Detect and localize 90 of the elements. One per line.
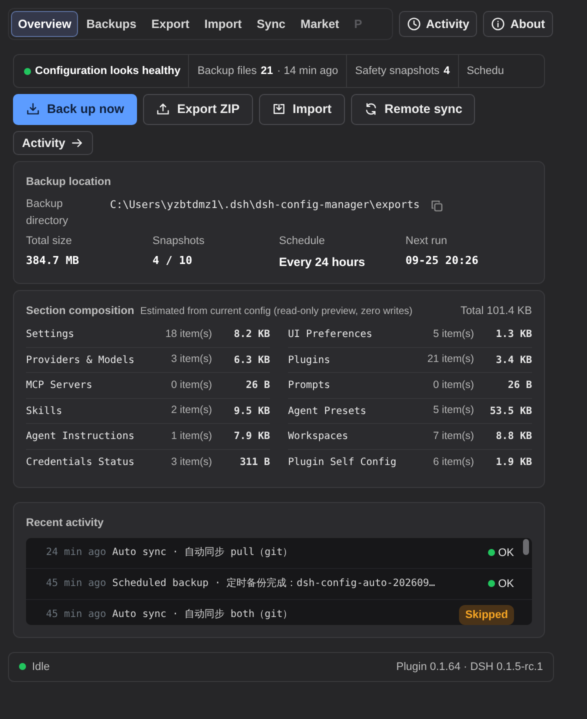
activity-text: Auto sync · 自动同步 both（git） xyxy=(112,608,293,622)
tab[interactable]: Sync xyxy=(250,11,292,37)
stat-value: 21 xyxy=(260,64,274,79)
item-count: 6 item(s) xyxy=(433,454,474,470)
item-count: 3 item(s) xyxy=(171,454,212,470)
section-name: UI Preferences xyxy=(288,328,372,342)
item-count: 2 item(s) xyxy=(171,403,212,418)
panel-title: Section composition xyxy=(26,304,134,319)
section-name: Agent Presets xyxy=(288,404,366,418)
tab[interactable]: Backups xyxy=(79,11,144,37)
back-up-button[interactable]: Back up now xyxy=(13,94,138,125)
stat-value: 4 / 10 xyxy=(152,252,194,269)
activity-button[interactable]: Activity xyxy=(398,11,478,37)
section-name: Plugins xyxy=(288,354,330,368)
section-size: 8.2 KB xyxy=(232,328,270,342)
stat-label: Schedu xyxy=(466,64,504,79)
upload-icon xyxy=(156,102,170,116)
tab[interactable]: Import xyxy=(197,11,249,37)
tab[interactable]: Market xyxy=(293,11,346,37)
item-count: 5 item(s) xyxy=(433,326,474,342)
stat-value: 09-25 20:26 xyxy=(406,252,480,269)
item-count: 21 item(s) xyxy=(427,352,474,368)
status-text: Configuration looks healthy xyxy=(35,64,180,79)
activity-time: 24 min ago xyxy=(46,546,106,560)
copy-icon[interactable] xyxy=(430,199,444,214)
download-icon xyxy=(26,102,40,116)
section-size: 26 B xyxy=(244,379,270,393)
item-count: 18 item(s) xyxy=(165,326,212,342)
clock-icon xyxy=(406,17,421,31)
activity-time: 45 min ago xyxy=(46,608,106,622)
activity-text: Auto sync · 自动同步 pull（git） xyxy=(112,546,293,560)
section-size: 1.3 KB xyxy=(494,328,532,342)
item-count: 0 item(s) xyxy=(433,378,474,393)
section-name: Credentials Status xyxy=(26,456,134,470)
about-button[interactable]: About xyxy=(483,11,553,37)
section-size: 9.5 KB xyxy=(232,404,270,418)
section-size: 6.3 KB xyxy=(232,354,270,368)
item-count: 7 item(s) xyxy=(433,428,474,444)
sync-button[interactable]: Remote sync xyxy=(350,94,476,125)
panel-subtitle: Estimated from current config (read-only preview, zero writes) xyxy=(140,304,413,319)
section-size: 7.9 KB xyxy=(232,430,270,444)
status-text: OK xyxy=(498,576,514,592)
tab[interactable]: Export xyxy=(144,11,196,37)
stat-label: Backup files xyxy=(197,64,257,79)
activity-text: Scheduled backup · 定时备份完成：dsh-config-auto-202609… xyxy=(112,576,436,592)
stat-value: 4 xyxy=(444,64,450,79)
info-icon xyxy=(491,17,506,31)
stat-label: Safety snapshots xyxy=(355,64,440,79)
section-name: Prompts xyxy=(288,379,330,393)
import-icon xyxy=(272,102,286,116)
stat-value: 384.7 MB xyxy=(26,252,80,269)
directory-path: C:\Users\yzbtdmz1\.dsh\dsh-config-manager\exports xyxy=(110,198,420,214)
item-count: 5 item(s) xyxy=(433,403,474,418)
section-size: 3.4 KB xyxy=(494,354,532,368)
stat-label: Schedule xyxy=(279,234,326,250)
stat-note: · 14 min ago xyxy=(277,64,338,79)
export-button[interactable]: Export ZIP xyxy=(143,94,253,125)
scrollbar-thumb[interactable] xyxy=(523,538,529,555)
item-count: 0 item(s) xyxy=(171,378,212,393)
status-text: OK xyxy=(498,546,514,560)
skipped-badge: Skipped xyxy=(459,604,514,625)
section-name: Plugin Self Config xyxy=(288,456,396,470)
section-name: Providers & Models xyxy=(26,354,134,368)
version-text: Plugin 0.1.64 · DSH 0.1.5-rc.1 xyxy=(396,660,543,674)
section-name: Settings xyxy=(26,328,74,342)
activity-link-button[interactable]: Activity xyxy=(13,130,94,155)
total-size: Total 101.4 KB xyxy=(460,304,532,319)
import-button[interactable]: Import xyxy=(258,94,344,125)
stat-label: Total size xyxy=(26,234,73,250)
section-size: 311 B xyxy=(238,456,270,470)
status-text: Idle xyxy=(32,660,50,674)
stat-label: Next run xyxy=(406,234,448,250)
section-name: MCP Servers xyxy=(26,379,92,393)
section-size: 8.8 KB xyxy=(494,430,532,444)
field-label: Backup directory xyxy=(26,197,70,230)
stat-value: Every 24 hours xyxy=(279,254,366,271)
item-count: 1 item(s) xyxy=(171,428,212,444)
item-count: 3 item(s) xyxy=(171,352,212,368)
section-size: 1.9 KB xyxy=(494,456,532,470)
panel-title: Backup location xyxy=(26,174,112,190)
sync-icon xyxy=(364,102,378,116)
stat-label: Snapshots xyxy=(152,234,206,250)
activity-time: 45 min ago xyxy=(46,577,106,592)
section-name: Skills xyxy=(26,404,62,418)
section-size: 26 B xyxy=(506,379,532,393)
panel-title: Recent activity xyxy=(26,516,105,532)
section-name: Agent Instructions xyxy=(26,430,134,444)
tab[interactable]: Overview xyxy=(11,11,78,37)
section-size: 53.5 KB xyxy=(488,404,532,418)
section-name: Workspaces xyxy=(288,430,348,444)
